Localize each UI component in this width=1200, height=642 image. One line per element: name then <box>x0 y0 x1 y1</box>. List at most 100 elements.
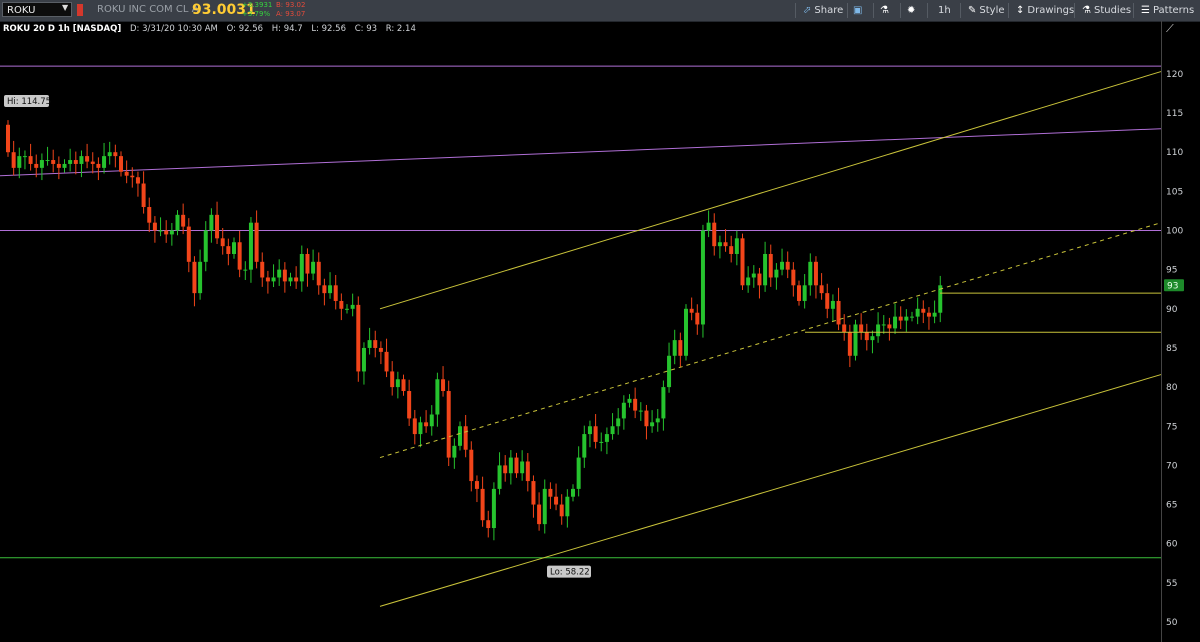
candle-body <box>644 410 649 427</box>
candle-body <box>51 160 56 164</box>
candle-body <box>774 269 779 278</box>
candle-body <box>130 175 135 178</box>
candle-body <box>571 488 575 497</box>
candle-body <box>633 398 638 411</box>
chart-labels: 93 Hi: 114.75 Lo: 58.22 <box>4 95 1184 578</box>
candle-body <box>700 230 705 325</box>
candle-body <box>537 504 542 525</box>
candle-body <box>232 242 236 254</box>
snapshot-button[interactable]: ▣ <box>853 2 865 19</box>
candle-body <box>819 285 824 294</box>
high-label: Hi: 114.75 <box>7 97 51 107</box>
flask-button[interactable]: ⚗ <box>880 2 892 19</box>
price-tick-label: 105 <box>1166 187 1183 197</box>
candle-body <box>616 418 621 427</box>
candle-body <box>186 226 191 262</box>
candle-body <box>6 124 10 153</box>
trend-line <box>0 128 1162 177</box>
patterns-button[interactable]: ☰ Patterns <box>1141 2 1194 19</box>
candle-body <box>209 214 214 231</box>
candle-body <box>508 457 513 474</box>
candle-body <box>62 163 67 168</box>
ask-price: A: 93.07 <box>276 10 306 18</box>
divider <box>1008 3 1009 18</box>
candle-body <box>491 488 496 529</box>
candle-body <box>740 238 745 286</box>
candle-body <box>181 214 186 227</box>
candle-body <box>17 156 22 168</box>
candle-body <box>226 246 231 254</box>
bar-range: R: 2.14 <box>385 24 416 34</box>
candle-body <box>169 230 174 235</box>
candle-body <box>520 461 525 474</box>
candle-body <box>412 418 417 435</box>
candle-body <box>22 156 27 158</box>
patterns-label: Patterns <box>1152 5 1195 16</box>
candle-body <box>367 340 372 348</box>
candle-body <box>503 465 508 474</box>
settings-button[interactable]: ✹ <box>907 2 918 19</box>
candle-body <box>260 261 265 278</box>
flag-icon[interactable] <box>77 4 83 16</box>
candle-body <box>316 261 321 286</box>
candle-body <box>621 402 626 419</box>
candle-body <box>836 300 841 325</box>
candle-body <box>554 496 559 505</box>
price-tick-label: 120 <box>1166 70 1183 80</box>
candle-body <box>712 222 717 247</box>
candle-body <box>271 277 276 282</box>
candle-body <box>695 312 700 325</box>
style-button[interactable]: ✎ Style <box>968 2 1005 19</box>
price-change: +3.3931 +3.79% <box>242 1 272 19</box>
low-label: Lo: 58.22 <box>550 568 590 578</box>
candle-body <box>395 379 400 388</box>
candle-body <box>542 488 547 525</box>
candle-body <box>684 308 688 356</box>
bar-close: C: 93 <box>354 24 378 34</box>
candle-body <box>729 246 734 254</box>
candle-body <box>565 496 570 517</box>
candle-body <box>672 340 677 356</box>
candle-body <box>898 316 903 321</box>
candle-body <box>124 171 129 176</box>
candle-body <box>904 316 909 321</box>
candle-body <box>746 277 751 286</box>
candle-body <box>135 177 140 184</box>
bar-high: H: 94.7 <box>271 24 303 34</box>
timeframe-button[interactable]: 1h <box>938 2 951 19</box>
candle-body <box>853 324 858 356</box>
candle-body <box>11 152 16 168</box>
candle-body <box>107 152 112 157</box>
candle-body <box>56 163 61 168</box>
candle-body <box>474 481 479 489</box>
candle-body <box>407 391 412 419</box>
candle-body <box>39 160 44 168</box>
candle-body <box>90 161 95 164</box>
candle-body <box>751 273 756 278</box>
bid-price: B: 93.02 <box>276 1 306 9</box>
drawings-button[interactable]: ↕ Drawings <box>1016 2 1074 19</box>
candle-body <box>655 418 660 423</box>
chevron-down-icon[interactable]: ▼ <box>62 3 68 12</box>
price-tick-label: 100 <box>1166 227 1183 237</box>
share-button[interactable]: ⬀ Share <box>803 2 843 19</box>
candle-body <box>587 426 592 435</box>
candle-body <box>294 277 299 282</box>
candle-body <box>768 253 773 278</box>
studies-button[interactable]: ⚗ Studies <box>1082 2 1131 19</box>
price-tick-label: 60 <box>1166 540 1178 550</box>
price-tick-label: 115 <box>1166 109 1183 119</box>
candle-body <box>373 340 378 348</box>
candle-body <box>667 355 672 388</box>
candle-body <box>322 285 327 294</box>
candle-body <box>610 426 615 435</box>
price-tick-label: 50 <box>1166 618 1178 628</box>
price-tick-label: 80 <box>1166 383 1178 393</box>
price-tick-label: 65 <box>1166 501 1177 511</box>
candle-body <box>881 324 886 326</box>
collapse-icon[interactable]: ⟋ <box>1166 22 1174 36</box>
candles <box>6 120 943 541</box>
drawings-label: Drawings <box>1027 5 1075 16</box>
candle-body <box>627 398 632 403</box>
price-chart[interactable]: 50 55 60 65 70 75 80 85 90 95 100 105 110 115 120 93 Hi… <box>0 36 1200 642</box>
